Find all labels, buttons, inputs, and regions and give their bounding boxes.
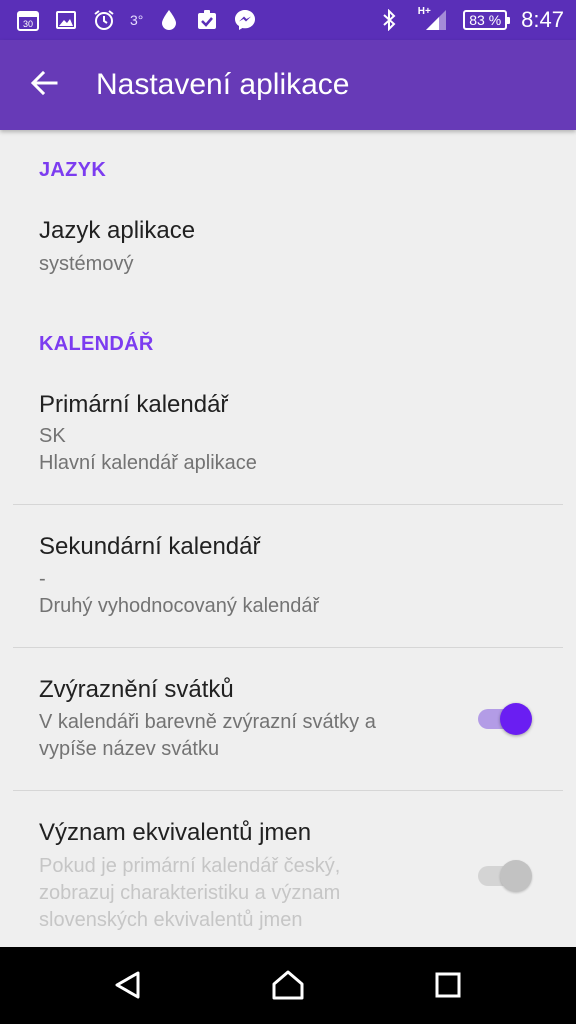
toggle-thumb xyxy=(500,703,532,735)
settings-list[interactable]: JAZYK Jazyk aplikace systémový KALENDÁŘ … xyxy=(0,130,576,947)
status-notifications: 30 3° xyxy=(16,8,257,32)
highlight-holidays-toggle[interactable] xyxy=(476,701,534,737)
pref-value: SK xyxy=(39,425,66,447)
image-icon xyxy=(54,8,78,32)
pref-title: Primární kalendář xyxy=(39,391,229,418)
page-title: Nastavení aplikace xyxy=(96,68,350,101)
bluetooth-icon xyxy=(377,8,401,32)
signal-icon: H+ xyxy=(415,5,449,32)
pref-description: Hlavní kalendář aplikace xyxy=(39,452,257,474)
nav-back-icon xyxy=(113,970,143,1005)
pref-value: systémový xyxy=(39,253,134,275)
temperature-text: 3° xyxy=(130,12,144,28)
calendar-icon: 30 xyxy=(16,8,40,32)
pref-title: Jazyk aplikace xyxy=(39,217,196,244)
pref-description: slovenských ekvivalentů jmen xyxy=(39,909,303,931)
pref-primary-calendar[interactable]: Primární kalendář SK Hlavní kalendář apl… xyxy=(0,380,576,504)
pref-name-equivalents[interactable]: Význam ekvivalentů jmen Pokud je primárn… xyxy=(0,791,576,947)
navigation-bar xyxy=(0,947,576,1024)
pref-title: Význam ekvivalentů jmen xyxy=(39,819,312,846)
section-header-language: JAZYK xyxy=(39,159,107,181)
pref-description: Druhý vyhodnocovaný kalendář xyxy=(39,595,320,617)
messenger-icon xyxy=(233,8,257,32)
water-drop-icon xyxy=(157,8,181,32)
back-button[interactable] xyxy=(22,63,66,107)
battery-indicator: 83 % xyxy=(463,10,511,30)
alarm-clock-icon xyxy=(92,8,116,32)
pref-title: Sekundární kalendář xyxy=(39,533,261,560)
pref-highlight-holidays[interactable]: Zvýraznění svátků V kalendáři barevně zv… xyxy=(0,648,576,790)
nav-home-icon xyxy=(271,969,305,1006)
pref-description: Pokud je primární kalendář český, xyxy=(39,855,341,877)
app-bar: Nastavení aplikace xyxy=(0,40,576,130)
pref-description: zobrazuj charakteristiku a význam xyxy=(39,882,341,904)
pref-app-language[interactable]: Jazyk aplikace systémový xyxy=(0,204,576,314)
nav-back-button[interactable] xyxy=(106,965,150,1009)
section-header-calendar: KALENDÁŘ xyxy=(39,333,154,355)
back-arrow-icon xyxy=(30,69,58,102)
nav-recents-icon xyxy=(434,971,462,1004)
name-equivalents-toggle[interactable] xyxy=(476,858,534,894)
pref-description: V kalendáři barevně zvýrazní svátky a xyxy=(39,711,376,733)
svg-text:30: 30 xyxy=(23,19,33,29)
pref-title: Zvýraznění svátků xyxy=(39,676,234,703)
pref-value: - xyxy=(39,568,46,590)
pref-description: vypíše název svátku xyxy=(39,738,220,760)
network-type-text: H+ xyxy=(417,5,431,17)
status-bar: 30 3° H+ 83 % 8:47 xyxy=(0,0,576,40)
status-system: H+ 83 % 8:47 xyxy=(377,6,564,34)
nav-recents-button[interactable] xyxy=(426,965,470,1009)
toggle-thumb xyxy=(500,860,532,892)
clock-text: 8:47 xyxy=(521,7,564,32)
nav-home-button[interactable] xyxy=(266,965,310,1009)
task-check-icon xyxy=(195,8,219,32)
pref-secondary-calendar[interactable]: Sekundární kalendář - Druhý vyhodnocovan… xyxy=(0,505,576,647)
